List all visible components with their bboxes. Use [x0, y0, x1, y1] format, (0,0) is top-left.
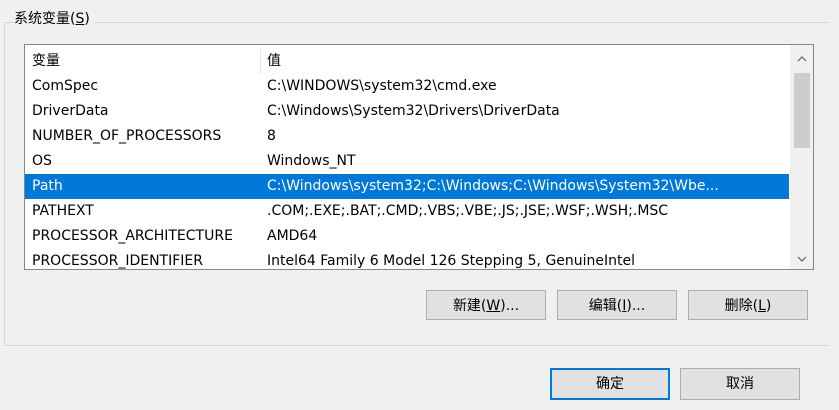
variable-value: 8	[267, 128, 276, 144]
variable-value: C:\WINDOWS\system32\cmd.exe	[267, 78, 497, 94]
variable-name: OS	[32, 153, 52, 169]
variable-name: Path	[32, 178, 63, 194]
cancel-button[interactable]: 取消	[680, 368, 800, 400]
variable-name: PROCESSOR_IDENTIFIER	[32, 253, 203, 269]
chevron-up-icon[interactable]	[791, 47, 813, 69]
variable-name: NUMBER_OF_PROCESSORS	[32, 128, 222, 144]
system-variables-label: 系统变量(S)	[14, 8, 94, 28]
column-separator[interactable]	[260, 49, 261, 74]
vertical-scrollbar[interactable]	[790, 45, 813, 269]
variable-value: C:\Windows\system32;C:\Windows;C:\Window…	[267, 178, 719, 194]
table-row[interactable]: PROCESSOR_IDENTIFIER Intel64 Family 6 Mo…	[25, 249, 789, 269]
system-variables-list[interactable]: 变量 值 ComSpec C:\WINDOWS\system32\cmd.exe…	[24, 44, 814, 270]
ok-button[interactable]: 确定	[550, 368, 670, 400]
scrollbar-thumb[interactable]	[794, 73, 810, 148]
column-header-variable[interactable]: 变量	[32, 49, 265, 74]
table-row[interactable]: DriverData C:\Windows\System32\Drivers\D…	[25, 99, 789, 124]
variable-name: DriverData	[32, 103, 109, 119]
variable-value: Windows_NT	[267, 153, 356, 169]
variable-name: ComSpec	[32, 78, 99, 94]
variable-value: AMD64	[267, 228, 318, 244]
list-viewport: 变量 值 ComSpec C:\WINDOWS\system32\cmd.exe…	[25, 45, 789, 269]
list-header: 变量 值	[25, 49, 789, 74]
chevron-down-icon[interactable]	[791, 247, 813, 269]
variable-value: C:\Windows\System32\Drivers\DriverData	[267, 103, 560, 119]
table-row[interactable]: PATHEXT .COM;.EXE;.BAT;.CMD;.VBS;.VBE;.J…	[25, 199, 789, 224]
table-row-selected[interactable]: Path C:\Windows\system32;C:\Windows;C:\W…	[25, 174, 789, 199]
table-row[interactable]: ComSpec C:\WINDOWS\system32\cmd.exe	[25, 74, 789, 99]
variable-name: PROCESSOR_ARCHITECTURE	[32, 228, 233, 244]
variable-value: Intel64 Family 6 Model 126 Stepping 5, G…	[267, 253, 636, 269]
variable-name: PATHEXT	[32, 203, 94, 219]
table-row[interactable]: OS Windows_NT	[25, 149, 789, 174]
delete-variable-button[interactable]: 删除(L)	[688, 290, 808, 320]
variable-value: .COM;.EXE;.BAT;.CMD;.VBS;.VBE;.JS;.JSE;.…	[267, 203, 669, 219]
edit-variable-button[interactable]: 编辑(I)...	[557, 290, 677, 320]
new-variable-button[interactable]: 新建(W)...	[426, 290, 546, 320]
table-row[interactable]: NUMBER_OF_PROCESSORS 8	[25, 124, 789, 149]
table-row[interactable]: PROCESSOR_ARCHITECTURE AMD64	[25, 224, 789, 249]
column-header-value[interactable]: 值	[267, 49, 787, 74]
